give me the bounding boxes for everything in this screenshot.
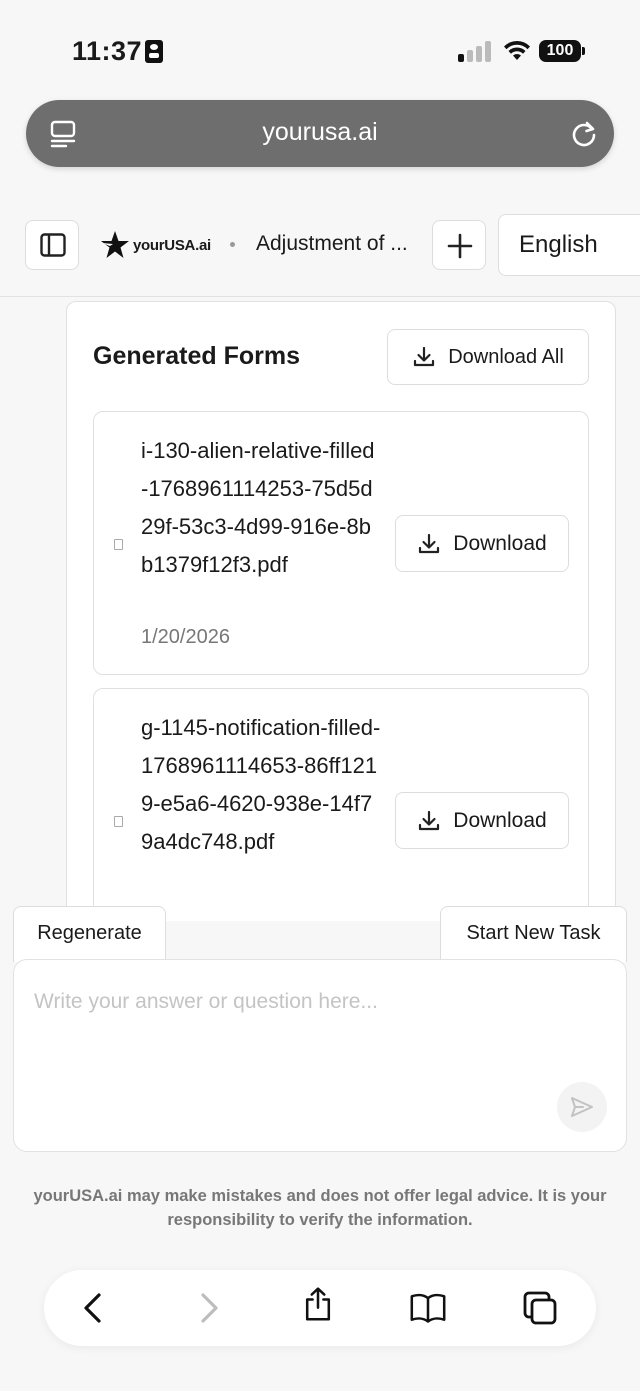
download-all-button[interactable]: Download All [387, 329, 589, 385]
chevron-right-icon[interactable] [190, 1290, 226, 1326]
form-item: g-1145-notification-filled-1768961114653… [93, 688, 589, 921]
sidebar-toggle-button[interactable] [25, 220, 79, 270]
form-date: 1/20/2026 [141, 626, 230, 648]
share-icon[interactable] [300, 1286, 336, 1322]
send-button[interactable] [557, 1082, 607, 1132]
star-logo-icon [101, 231, 129, 258]
separator-dot [230, 242, 235, 247]
wifi-icon [504, 40, 530, 60]
status-bar: 11:37 100 [0, 0, 640, 96]
url-text: yourusa.ai [262, 118, 378, 146]
chevron-left-icon[interactable] [76, 1290, 112, 1326]
new-chat-button[interactable] [432, 220, 486, 270]
browser-toolbar [44, 1270, 596, 1346]
download-label: Download [453, 808, 547, 832]
form-filename: g-1145-notification-filled-1768961114653… [141, 715, 381, 854]
status-time: 11:37 [72, 36, 143, 66]
generated-forms-title: Generated Forms [93, 342, 301, 370]
app-header: yourUSA.ai Adjustment of ... English [0, 210, 640, 297]
form-filename: i-130-alien-relative-filled-176896111425… [141, 438, 375, 577]
start-new-task-button[interactable]: Start New Task [440, 906, 627, 962]
message-input[interactable] [34, 990, 554, 1110]
logo[interactable]: yourUSA.ai [100, 230, 211, 260]
address-bar[interactable]: yourusa.ai [26, 100, 614, 167]
regenerate-button[interactable]: Regenerate [13, 906, 166, 962]
sidebar-icon [40, 233, 66, 257]
disclaimer-text: yourUSA.ai may make mistakes and does no… [33, 1187, 607, 1229]
cellular-signal-icon [458, 40, 492, 62]
tabs-icon[interactable] [522, 1290, 558, 1326]
download-button[interactable]: Download [395, 515, 569, 572]
battery-tip [582, 47, 585, 55]
battery-icon: 100 [539, 40, 581, 62]
download-button[interactable]: Download [395, 792, 569, 849]
conversation-title: Adjustment of ... [256, 232, 408, 255]
download-icon [419, 533, 440, 553]
logo-text: yourUSA.ai [133, 236, 211, 254]
download-icon [414, 346, 435, 367]
download-icon [419, 810, 440, 830]
contact-card-icon [145, 40, 163, 63]
generated-forms-panel: Generated Forms Download All i-130-alien… [66, 301, 616, 921]
reload-icon[interactable] [570, 120, 598, 148]
file-icon [114, 539, 123, 550]
plus-icon [447, 233, 473, 259]
language-select[interactable]: English [498, 214, 640, 276]
file-icon [114, 816, 123, 827]
message-composer [13, 959, 627, 1152]
download-label: Download [453, 531, 547, 555]
download-all-label: Download All [448, 345, 564, 368]
form-item: i-130-alien-relative-filled-176896111425… [93, 411, 589, 675]
send-icon [571, 1097, 593, 1117]
book-icon[interactable] [410, 1290, 446, 1326]
